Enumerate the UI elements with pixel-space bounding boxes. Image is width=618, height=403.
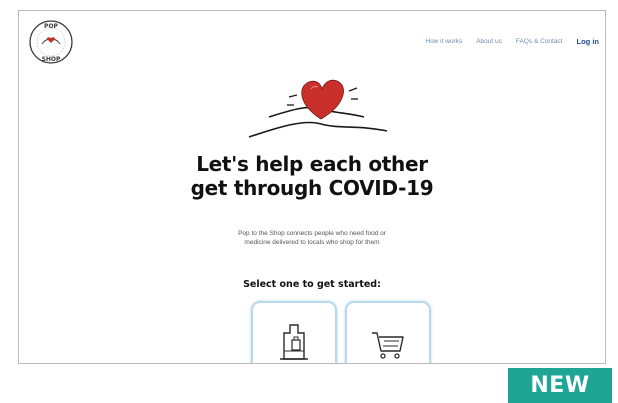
select-prompt: Select one to get started: xyxy=(243,279,381,290)
option-card-shopping-cart[interactable] xyxy=(345,301,431,363)
nav-about-us-link[interactable]: About us xyxy=(476,38,502,45)
logo-top-text: POP xyxy=(44,23,58,30)
nav-login-link[interactable]: Log in xyxy=(577,37,600,46)
page-subtitle-line-2: medicine delivered to locals who shop fo… xyxy=(244,239,380,246)
shopping-cart-icon xyxy=(368,321,408,361)
pop-to-the-shop-logo-icon[interactable]: POP SHOP xyxy=(27,18,75,66)
heart-hands-icon xyxy=(229,69,404,149)
option-card-shopping-bag[interactable] xyxy=(251,301,337,363)
shopping-bag-icon xyxy=(274,321,314,361)
logo-bottom-text: SHOP xyxy=(42,56,61,63)
option-cards xyxy=(251,301,431,363)
page-title-line-1: Let's help each other xyxy=(196,152,428,176)
nav-how-it-works-link[interactable]: How it works xyxy=(425,38,462,45)
browser-screenshot-frame: POP SHOP How it works About us FAQs & Co… xyxy=(18,10,606,364)
page-subtitle-line-1: Pop to the Shop connects people who need… xyxy=(238,230,386,237)
top-navigation: How it works About us FAQs & Contact Log… xyxy=(425,37,599,46)
page-title: Let's help each other get through COVID-… xyxy=(19,152,605,200)
nav-faqs-contact-link[interactable]: FAQs & Contact xyxy=(516,38,563,45)
page-title-line-2: get through COVID-19 xyxy=(190,176,434,200)
page-subtitle: Pop to the Shop connects people who need… xyxy=(19,229,605,247)
new-badge: NEW xyxy=(508,368,612,403)
